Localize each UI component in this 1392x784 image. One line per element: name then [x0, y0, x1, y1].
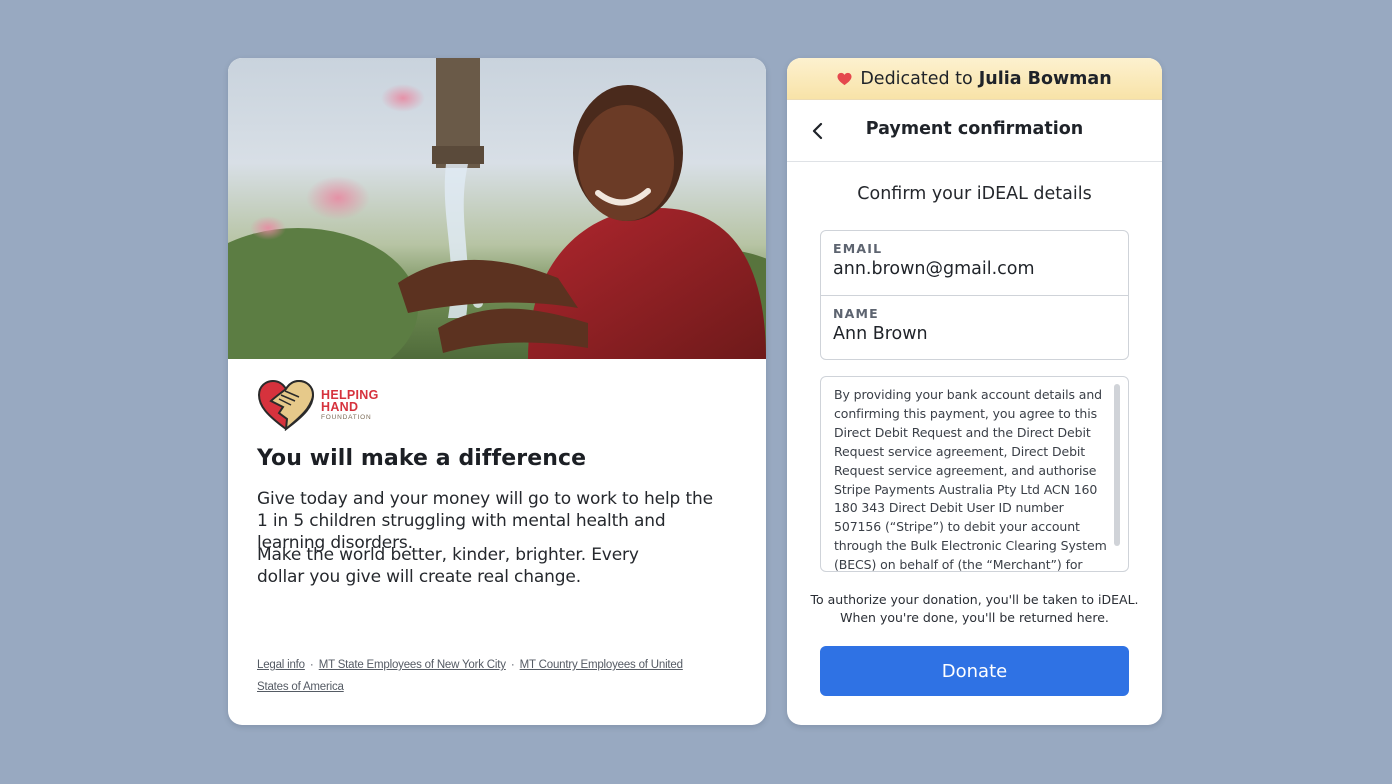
name-field[interactable]: NAME: [821, 296, 1128, 359]
footer-links: Legal info · MT State Employees of New Yor…: [257, 654, 707, 698]
link-separator: ·: [510, 659, 515, 671]
mandate-terms-text: By providing your bank account details a…: [834, 387, 1107, 572]
redirect-notice-line1: To authorize your donation, you'll be ta…: [810, 592, 1139, 607]
email-input[interactable]: [833, 259, 1113, 279]
campaign-card: HELPING HAND FOUNDATION You will make a …: [228, 58, 766, 725]
email-field[interactable]: EMAIL: [821, 231, 1128, 296]
name-label: NAME: [833, 306, 879, 321]
dedication-name: Julia Bowman: [978, 68, 1112, 89]
legal-info-link[interactable]: Legal info: [257, 659, 305, 671]
navigation-bar: Payment confirmation: [787, 100, 1162, 162]
payer-details-form: EMAIL NAME: [820, 230, 1129, 360]
campaign-headline: You will make a difference: [257, 446, 587, 471]
dedication-prefix: Dedicated to: [860, 68, 973, 89]
terms-scrollbar[interactable]: [1114, 384, 1120, 546]
logo-text-line2: HAND: [321, 400, 359, 415]
logo-text-line3: FOUNDATION: [321, 413, 372, 421]
redirect-notice: To authorize your donation, you'll be ta…: [787, 591, 1162, 627]
payment-card: Dedicated to Julia Bowman Payment confir…: [787, 58, 1162, 725]
name-input[interactable]: [833, 324, 1113, 344]
donate-button[interactable]: Donate: [820, 646, 1129, 696]
redirect-notice-line2: When you're done, you'll be returned her…: [840, 610, 1109, 625]
heart-icon: [837, 72, 852, 85]
section-subtitle: Confirm your iDEAL details: [857, 184, 1092, 204]
mandate-terms-box[interactable]: By providing your bank account details a…: [820, 376, 1129, 572]
link-separator: ·: [309, 659, 314, 671]
dedication-banner: Dedicated to Julia Bowman: [787, 58, 1162, 100]
campaign-tagline: Make the world better, kinder, brighter.…: [257, 545, 639, 587]
hero-photo-illustration: [228, 58, 766, 359]
heart-hand-icon: [257, 379, 315, 431]
organization-link-nyc[interactable]: MT State Employees of New York City: [319, 659, 506, 671]
email-label: EMAIL: [833, 241, 883, 256]
page-title: Payment confirmation: [865, 119, 1084, 139]
hero-image: [228, 58, 766, 359]
foundation-logo: HELPING HAND FOUNDATION: [257, 379, 379, 431]
